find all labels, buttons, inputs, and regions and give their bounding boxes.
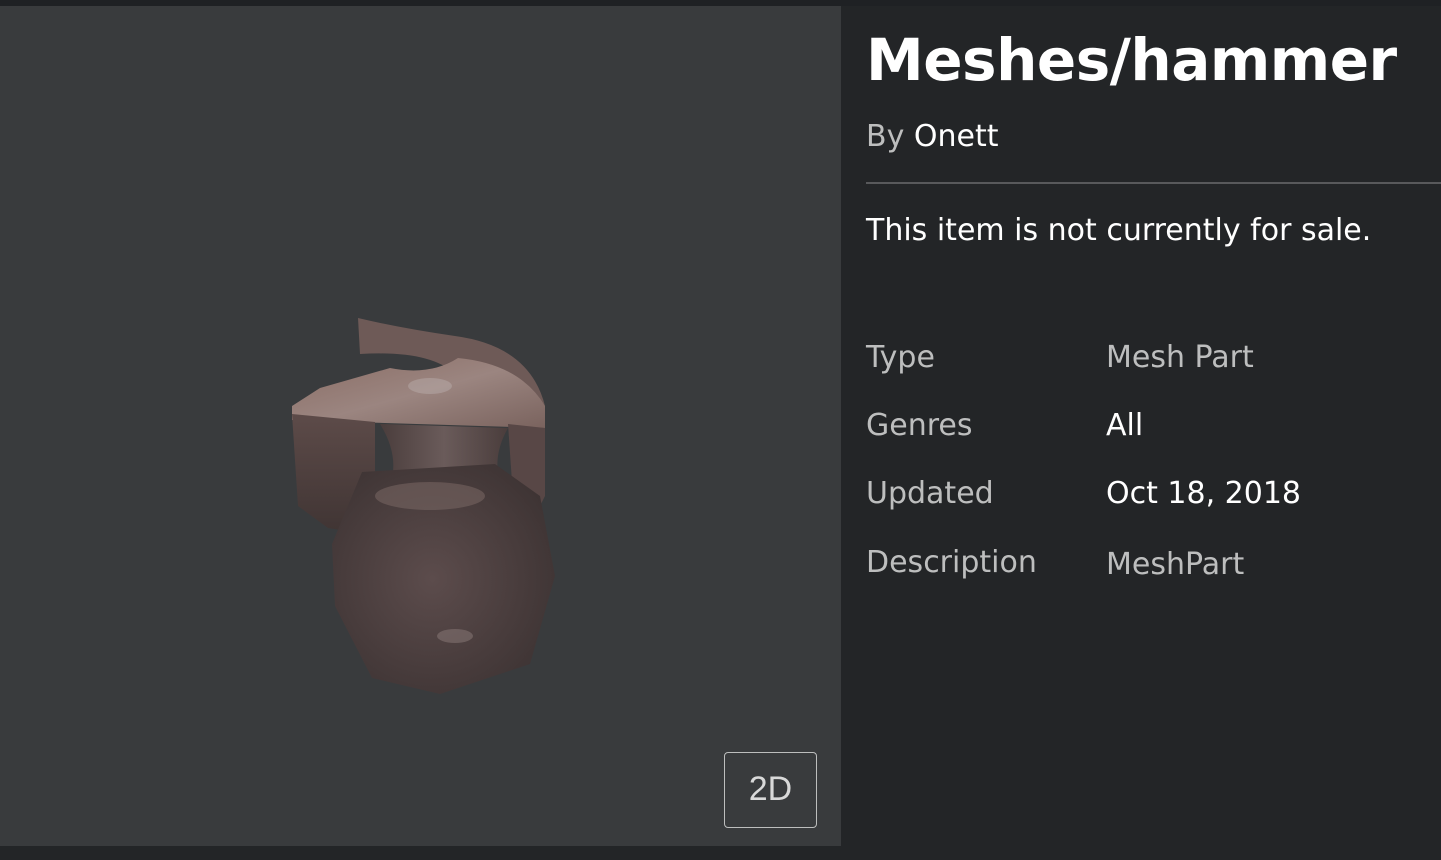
- detail-row-updated: Updated Oct 18, 2018: [866, 474, 1441, 514]
- detail-row-description: Description MeshPart: [866, 543, 1441, 583]
- detail-label: Type: [866, 340, 935, 375]
- detail-value: Mesh Part: [1106, 340, 1254, 375]
- item-detail-page: 2D Meshes/hammer By Onett This item is n…: [0, 0, 1441, 860]
- detail-label: Description: [866, 545, 1037, 580]
- genre-link[interactable]: All: [1106, 406, 1143, 446]
- detail-row-type: Type Mesh Part: [866, 338, 1441, 378]
- thumbnail-3d-viewer[interactable]: 2D: [0, 6, 841, 846]
- detail-label: Genres: [866, 408, 973, 443]
- hammer-3d-model[interactable]: [280, 306, 570, 706]
- detail-value: MeshPart: [1106, 547, 1245, 582]
- creator-link[interactable]: Onett: [914, 119, 999, 154]
- detail-row-genres: Genres All: [866, 406, 1441, 446]
- detail-label: Updated: [866, 476, 994, 511]
- creator-byline: By Onett: [866, 118, 999, 156]
- toggle-2d-button[interactable]: 2D: [724, 752, 817, 828]
- item-title: Meshes/hammer: [866, 26, 1397, 94]
- detail-value: Oct 18, 2018: [1106, 476, 1301, 511]
- sale-status-text: This item is not currently for sale.: [866, 213, 1372, 248]
- divider: [866, 182, 1441, 184]
- by-label: By: [866, 119, 905, 154]
- item-details-panel: Meshes/hammer By Onett This item is not …: [866, 0, 1441, 860]
